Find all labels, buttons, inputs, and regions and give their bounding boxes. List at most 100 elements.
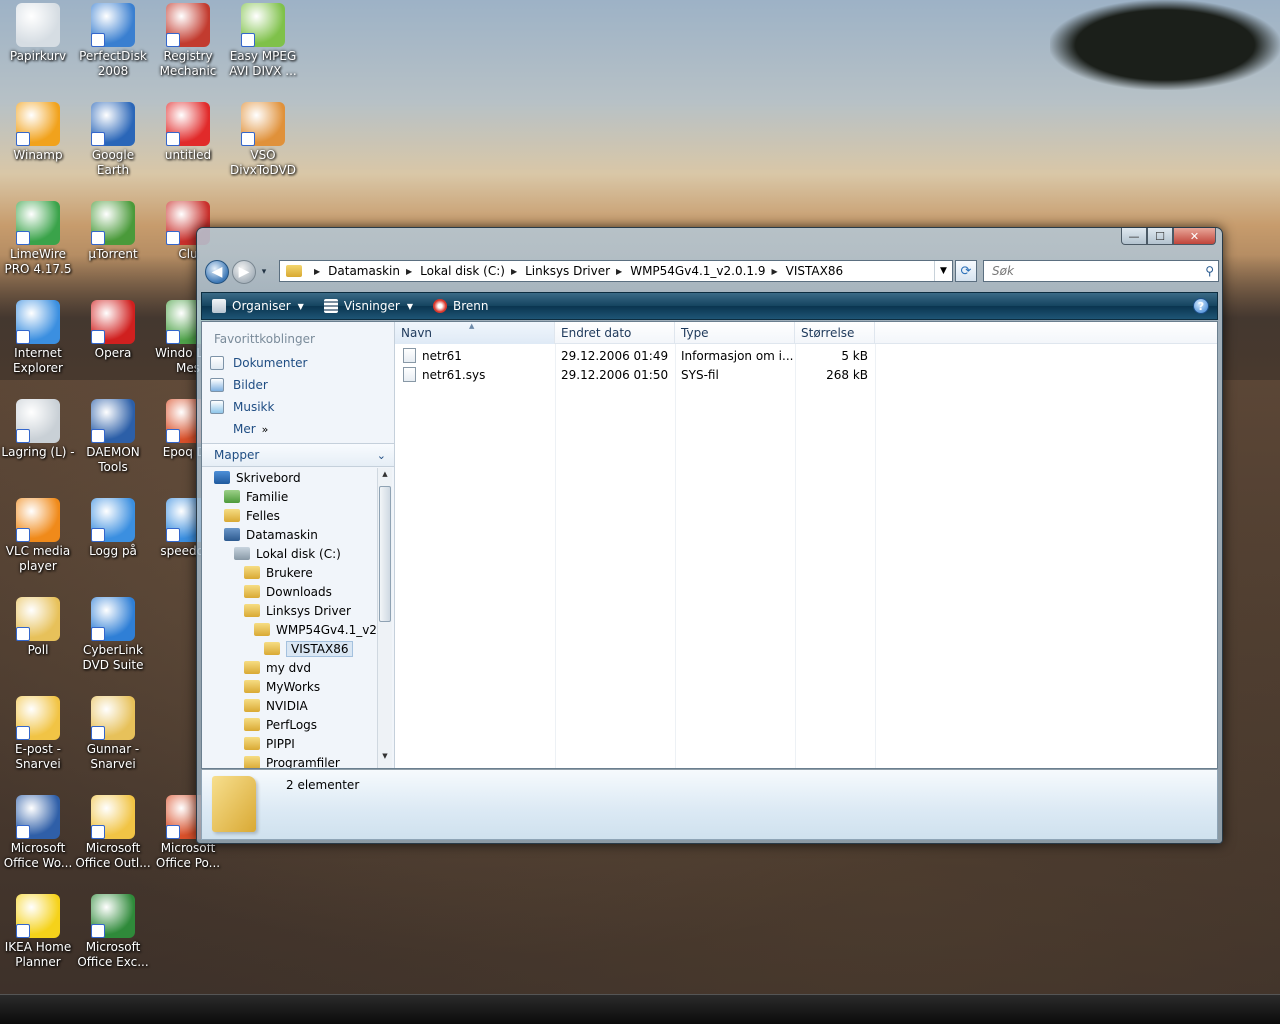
tree-item[interactable]: Brukere — [202, 563, 378, 582]
refresh-button[interactable]: ⟳ — [955, 260, 977, 282]
pc-icon — [224, 528, 240, 541]
tree-item[interactable]: Downloads — [202, 582, 378, 601]
desktop-icon-lagring[interactable]: Lagring (L) - — [0, 399, 76, 460]
column-size-label: Størrelse — [801, 326, 855, 340]
breadcrumb-item[interactable]: ▶ Datamaskin — [308, 264, 400, 278]
column-name[interactable]: Navn ▲ — [395, 322, 555, 344]
breadcrumb-item[interactable]: ▶ Lokal disk (C:) — [400, 264, 505, 278]
tree-item[interactable]: PIPPI — [202, 734, 378, 753]
desktop-icon-registry[interactable]: Registry Mechanic — [150, 3, 226, 79]
desktop-icon-daemon[interactable]: DAEMON Tools — [75, 399, 151, 475]
tree-item[interactable]: Skrivebord — [202, 468, 378, 487]
scroll-down-icon[interactable]: ▼ — [378, 752, 392, 766]
search-placeholder: Søk — [992, 264, 1014, 278]
desktop-icon-papirkurv[interactable]: Papirkurv — [0, 3, 76, 64]
breadcrumb-separator-icon[interactable]: ▶ — [511, 267, 517, 276]
tree-item-label: NVIDIA — [266, 698, 308, 713]
file-name: netr61 — [422, 348, 462, 363]
tree-item[interactable]: VISTAX86 — [202, 639, 378, 658]
desktop-icon-epost[interactable]: E-post - Snarvei — [0, 696, 76, 772]
breadcrumb-item[interactable]: ▶ VISTAX86 — [766, 264, 844, 278]
breadcrumb-separator-icon[interactable]: ▶ — [772, 267, 778, 276]
desktop-icon-label: µTorrent — [88, 247, 138, 261]
tree-item[interactable]: Programfiler — [202, 753, 378, 768]
tree-item[interactable]: Lokal disk (C:) — [202, 544, 378, 563]
breadcrumb-item[interactable]: ▶ Linksys Driver — [505, 264, 610, 278]
scrollbar-thumb[interactable] — [379, 486, 391, 622]
help-button[interactable]: ? — [1193, 298, 1209, 314]
search-input[interactable]: Søk ⚲ — [983, 260, 1219, 282]
desktop-icon-ikea[interactable]: IKEA Home Planner — [0, 894, 76, 970]
tree-item[interactable]: Felles — [202, 506, 378, 525]
views-button[interactable]: Visninger ▼ — [323, 299, 413, 313]
desktop-icon-gunnar[interactable]: Gunnar - Snarvei — [75, 696, 151, 772]
desktop-icon-poll[interactable]: Poll — [0, 597, 76, 658]
tree-item-label: WMP54Gv4.1_v2.0. — [276, 622, 378, 637]
desktop-icon-perfectdisk[interactable]: PerfectDisk 2008 — [75, 3, 151, 79]
more-favorites-link[interactable]: Mer » — [202, 418, 394, 440]
column-date[interactable]: Endret dato — [555, 322, 675, 344]
folder-tree-scrollbar[interactable]: ▲ ▼ — [377, 468, 392, 768]
folder-icon — [212, 776, 256, 832]
tree-item[interactable]: MyWorks — [202, 677, 378, 696]
perfectdisk-icon — [91, 3, 135, 47]
breadcrumb-separator-icon[interactable]: ▶ — [406, 267, 412, 276]
desktop-icon-googleearth[interactable]: Google Earth — [75, 102, 151, 178]
favorite-link[interactable]: Dokumenter — [202, 352, 394, 374]
desktop-icon-loggpa[interactable]: Logg på — [75, 498, 151, 559]
scroll-up-icon[interactable]: ▲ — [378, 470, 392, 484]
folder-tree: Skrivebord Familie Felles Datamaskin Lokal d… — [202, 468, 378, 768]
breadcrumb-item[interactable]: ▶ WMP54Gv4.1_v2.0.1.9 — [610, 264, 765, 278]
tree-item[interactable]: NVIDIA — [202, 696, 378, 715]
search-icon[interactable]: ⚲ — [1205, 264, 1214, 278]
burn-button[interactable]: Brenn — [432, 299, 488, 313]
desktop-icon-cyberlink[interactable]: CyberLink DVD Suite — [75, 597, 151, 673]
desktop-icon-limewire[interactable]: LimeWire PRO 4.17.5 — [0, 201, 76, 277]
column-type[interactable]: Type — [675, 322, 795, 344]
desktop-icon-winamp[interactable]: Winamp — [0, 102, 76, 163]
desktop-icon-opera[interactable]: Opera — [75, 300, 151, 361]
file-row[interactable]: netr61 29.12.2006 01:49 Informasjon om i..… — [395, 346, 1217, 365]
file-type: SYS-fil — [681, 367, 719, 382]
recent-pages-dropdown[interactable]: ▾ — [258, 267, 270, 277]
back-button[interactable]: ◀ — [205, 260, 229, 284]
tree-item[interactable]: my dvd — [202, 658, 378, 677]
double-chevron-icon: » — [261, 422, 269, 436]
breadcrumb-separator-icon[interactable]: ▶ — [616, 267, 622, 276]
address-dropdown-button[interactable]: ▼ — [934, 261, 952, 281]
desktop-icon-excel[interactable]: Microsoft Office Exc... — [75, 894, 151, 970]
forward-button[interactable]: ▶ — [232, 260, 256, 284]
file-rows: netr61 29.12.2006 01:49 Informasjon om i..… — [395, 344, 1217, 384]
file-row[interactable]: netr61.sys 29.12.2006 01:50 SYS-fil 268 kB — [395, 365, 1217, 384]
breadcrumb-separator-icon[interactable]: ▶ — [314, 267, 320, 276]
desktop-icon-vlc[interactable]: VLC media player — [0, 498, 76, 574]
desktop-icon-vso[interactable]: VSO DivxToDVD — [225, 102, 301, 178]
desktop-icon-outlook[interactable]: Microsoft Office Outl... — [75, 795, 151, 871]
desktop-icon-label: VLC media player — [5, 544, 71, 573]
more-label: Mer — [233, 422, 256, 436]
breadcrumb-label: Datamaskin — [328, 264, 400, 278]
organize-button[interactable]: Organiser ▼ — [212, 299, 304, 313]
desktop-icon-utorrent[interactable]: µTorrent — [75, 201, 151, 262]
minimize-button[interactable]: — — [1121, 228, 1147, 245]
close-button[interactable]: ✕ — [1173, 228, 1216, 245]
column-size[interactable]: Størrelse — [795, 322, 875, 344]
folders-header[interactable]: Mapper ⌄ — [202, 443, 394, 467]
tree-item[interactable]: Datamaskin — [202, 525, 378, 544]
tree-item[interactable]: Familie — [202, 487, 378, 506]
favorite-icon — [210, 378, 224, 392]
views-icon — [323, 299, 338, 313]
tree-item[interactable]: Linksys Driver — [202, 601, 378, 620]
file-date: 29.12.2006 01:49 — [561, 348, 669, 363]
favorite-link[interactable]: Bilder — [202, 374, 394, 396]
desktop-icon-word[interactable]: Microsoft Office Wo... — [0, 795, 76, 871]
maximize-button[interactable]: ☐ — [1147, 228, 1173, 245]
desktop-icon-ie[interactable]: Internet Explorer — [0, 300, 76, 376]
desktop-icon-untitled[interactable]: untitled — [150, 102, 226, 163]
tree-item[interactable]: PerfLogs — [202, 715, 378, 734]
desktop-icon-easympeg[interactable]: Easy MPEG AVI DIVX ... — [225, 3, 301, 79]
fam-icon — [224, 490, 240, 503]
address-bar[interactable]: ▶ Datamaskin ▶ Lokal disk (C:) ▶ Linksys Driv… — [279, 260, 953, 282]
favorite-link[interactable]: Musikk — [202, 396, 394, 418]
tree-item[interactable]: WMP54Gv4.1_v2.0. — [202, 620, 378, 639]
